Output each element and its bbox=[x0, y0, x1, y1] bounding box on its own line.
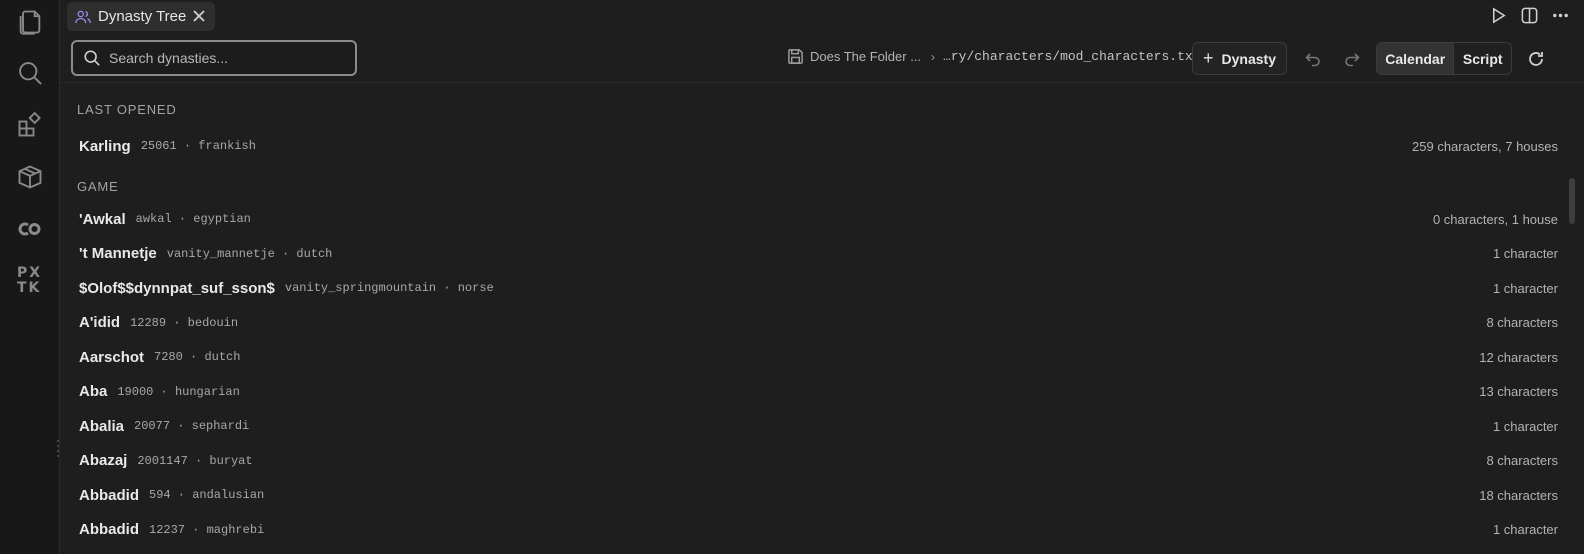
list-item[interactable]: Aarschot 7280 · dutch 12 characters bbox=[79, 340, 1558, 374]
undo-icon[interactable] bbox=[1304, 50, 1322, 68]
breadcrumb-path[interactable]: …ry/characters/mod_characters.txt bbox=[943, 49, 1200, 64]
dynasty-meta: 19000 · hungarian bbox=[117, 384, 240, 399]
character-count: 259 characters, 7 houses bbox=[1412, 138, 1558, 154]
pxtk-text: PX TK bbox=[17, 265, 43, 296]
co-icon[interactable] bbox=[14, 213, 46, 245]
search-box[interactable] bbox=[71, 40, 357, 76]
character-count: 12 characters bbox=[1479, 349, 1558, 365]
section-last-opened: LAST OPENED bbox=[77, 102, 177, 117]
add-dynasty-button[interactable]: + Dynasty bbox=[1192, 42, 1287, 75]
list-item[interactable]: Abazaj 2001147 · buryat 8 characters bbox=[79, 444, 1558, 478]
list-item[interactable]: 'Awkal awkal · egyptian 0 characters, 1 ho… bbox=[79, 202, 1558, 236]
users-icon bbox=[74, 8, 92, 26]
title-actions bbox=[1489, 6, 1570, 25]
split-editor-icon[interactable] bbox=[1520, 6, 1539, 25]
dynasty-name: Karling bbox=[79, 137, 131, 155]
scrollbar[interactable] bbox=[1569, 178, 1575, 224]
dynasty-name: Aba bbox=[79, 383, 108, 400]
more-icon[interactable] bbox=[1551, 6, 1570, 25]
tab-dynasty-tree[interactable]: Dynasty Tree bbox=[67, 2, 215, 31]
dynasty-name: 't Mannetje bbox=[79, 245, 157, 262]
search-input[interactable] bbox=[109, 50, 349, 66]
dynasty-meta: 7280 · dutch bbox=[154, 350, 241, 364]
list-item[interactable]: 't Mannetje vanity_mannetje · dutch 1 char… bbox=[79, 237, 1558, 271]
search-icon bbox=[84, 50, 100, 66]
dynasty-meta: vanity_mannetje · dutch bbox=[166, 246, 333, 261]
dynasty-meta: 594 · andalusian bbox=[149, 488, 265, 502]
run-icon[interactable] bbox=[1489, 6, 1508, 25]
extensions-icon[interactable] bbox=[14, 109, 46, 141]
plus-icon: + bbox=[1203, 48, 1214, 68]
list-item[interactable]: Abbadid 12237 · maghrebi 1 character bbox=[79, 513, 1558, 547]
breadcrumb: Does The Folder ... › …ry/characters/mod… bbox=[787, 48, 1201, 65]
package-icon[interactable] bbox=[14, 161, 46, 193]
redo-icon[interactable] bbox=[1343, 50, 1361, 68]
character-count: 1 character bbox=[1492, 246, 1558, 261]
dynasty-name: Abbadid bbox=[79, 521, 139, 538]
list-item[interactable]: Abbadid 594 · andalusian 18 characters bbox=[79, 478, 1558, 512]
dynasty-meta: 25061 · frankish bbox=[140, 139, 256, 153]
list-item[interactable]: Karling 25061 · frankish 259 characters, 7… bbox=[79, 129, 1558, 163]
breadcrumb-separator: › bbox=[931, 49, 936, 64]
pxtk-icon[interactable]: PX TK bbox=[17, 266, 45, 296]
character-count: 13 characters bbox=[1479, 384, 1558, 399]
add-dynasty-label: Dynasty bbox=[1221, 50, 1276, 67]
dynasty-list: LAST OPENED GAME Karling 25061 · frankish… bbox=[61, 84, 1584, 554]
dynasty-name: Abalia bbox=[79, 417, 125, 435]
dynasty-meta: vanity_springmountain · norse bbox=[284, 281, 494, 295]
character-count: 8 characters bbox=[1486, 315, 1558, 330]
resize-handle[interactable] bbox=[56, 440, 60, 460]
list-item[interactable]: Abalia 20077 · sephardi 1 character bbox=[79, 409, 1558, 443]
dynasty-meta: 12289 · bedouin bbox=[130, 315, 239, 330]
list-item[interactable]: Aba 19000 · hungarian 13 characters bbox=[79, 375, 1558, 409]
breadcrumb-folder[interactable]: Does The Folder ... bbox=[810, 49, 921, 64]
character-count: 0 characters, 1 house bbox=[1432, 211, 1558, 227]
close-icon[interactable] bbox=[191, 8, 207, 24]
save-icon bbox=[787, 48, 804, 65]
dynasty-meta: awkal · egyptian bbox=[135, 212, 251, 226]
dynasty-name: Abbadid bbox=[79, 486, 139, 504]
character-count: 1 character bbox=[1492, 280, 1558, 296]
character-count: 1 character bbox=[1492, 418, 1558, 434]
view-toggle: Calendar Script bbox=[1376, 42, 1512, 75]
tab-bar: Dynasty Tree bbox=[61, 0, 1584, 34]
dynasty-meta: 2001147 · buryat bbox=[137, 453, 253, 468]
list-item[interactable]: $Olof$$dynnpat_suf_sson$ vanity_springmou… bbox=[79, 271, 1558, 305]
dynasty-name: A'idid bbox=[79, 314, 121, 331]
dynasty-name: 'Awkal bbox=[79, 210, 126, 228]
refresh-icon[interactable] bbox=[1526, 49, 1546, 69]
character-count: 1 character bbox=[1492, 522, 1558, 537]
files-icon[interactable] bbox=[14, 6, 46, 38]
view-calendar-button[interactable]: Calendar bbox=[1377, 43, 1454, 74]
dynasty-name: $Olof$$dynnpat_suf_sson$ bbox=[79, 279, 275, 297]
dynasty-name: Aarschot bbox=[79, 348, 145, 366]
view-script-button[interactable]: Script bbox=[1453, 43, 1511, 74]
character-count: 8 characters bbox=[1486, 453, 1558, 468]
dynasty-meta: 20077 · sephardi bbox=[134, 419, 250, 433]
search-icon[interactable] bbox=[14, 57, 46, 89]
list-item[interactable]: A'idid 12289 · bedouin 8 characters bbox=[79, 306, 1558, 340]
tab-label: Dynasty Tree bbox=[98, 8, 187, 25]
toolbar: Does The Folder ... › …ry/characters/mod… bbox=[61, 34, 1584, 83]
dynasty-meta: 12237 · maghrebi bbox=[149, 522, 265, 537]
section-game: GAME bbox=[77, 179, 119, 194]
dynasty-name: Abazaj bbox=[79, 452, 128, 469]
character-count: 18 characters bbox=[1479, 487, 1558, 503]
activity-bar: PX TK bbox=[0, 0, 60, 554]
